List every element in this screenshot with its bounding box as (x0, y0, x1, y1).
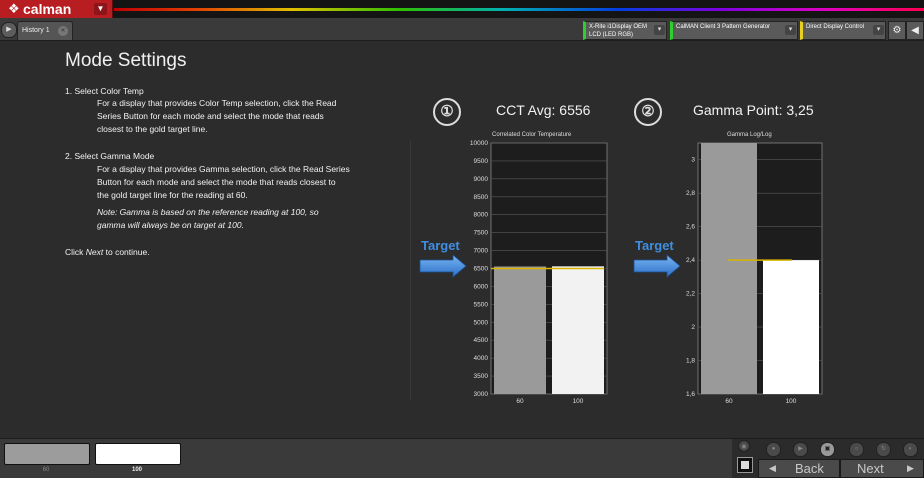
cct-y-tick-label: 5500 (474, 301, 489, 308)
cct-y-tick-label: 7000 (474, 248, 489, 255)
device-display-name: Direct Display Control (806, 24, 865, 30)
cct-y-tick-label: 4000 (474, 355, 489, 362)
cct-y-tick-label: 6500 (474, 266, 489, 273)
gamma-bar-60 (701, 143, 757, 394)
tab-bar: ▶ History 1 ✕ X-Rite i1Display OEM LCD (L… (0, 18, 924, 41)
cct-y-tick-label: 8000 (474, 212, 489, 219)
gamma-y-tick-label: 2,6 (686, 224, 695, 231)
back-button[interactable]: ◀ Back (758, 459, 840, 478)
swatch-label-100: 100 (131, 467, 142, 473)
chevron-down-icon[interactable]: ▾ (785, 25, 796, 35)
charts-canvas: 3000 3500 4000 4500 5000 5500 6000 6500 7000 7500… (419, 140, 823, 405)
cct-y-tick-label: 8500 (474, 194, 489, 201)
device-meter-type: LCD (LED RGB) (589, 32, 634, 38)
gamma-bar-100 (763, 260, 819, 394)
gear-icon[interactable]: ⚙ (888, 21, 906, 40)
cct-chart-title: Correlated Color Temperature (492, 132, 572, 138)
cct-y-tick-label: 6000 (474, 283, 489, 290)
chevron-down-icon[interactable]: ▾ (654, 25, 665, 35)
chevron-down-icon[interactable]: ▼ (94, 3, 107, 15)
read-series-icon[interactable]: ▶ (793, 442, 808, 457)
device-display-control[interactable]: Direct Display Control ▾ (800, 21, 886, 40)
rainbow-strip (114, 8, 924, 11)
device-generator-name: CalMAN Client 3 Pattern Generator (676, 24, 771, 30)
cct-x-tick-label: 100 (573, 398, 584, 405)
right-arrow-icon (633, 254, 681, 278)
chevron-down-icon[interactable]: ▾ (873, 25, 884, 35)
swatch-60[interactable] (4, 443, 90, 465)
read-icon[interactable]: ▣ (820, 442, 835, 457)
cct-x-tick-label: 60 (516, 398, 524, 405)
device-meter[interactable]: X-Rite i1Display OEM LCD (LED RGB) ▾ (583, 21, 667, 40)
tab-label: History 1 (22, 27, 50, 34)
device-meter-name: X-Rite i1Display OEM (589, 24, 648, 30)
chevron-right-icon: ▶ (907, 463, 914, 473)
stop-icon (741, 461, 749, 469)
cct-y-tick-label: 4500 (474, 337, 489, 344)
gamma-y-tick-label: 2,2 (686, 291, 695, 298)
tab-history-1[interactable]: History 1 ✕ (17, 21, 73, 40)
eye-icon[interactable]: ◉ (738, 440, 750, 452)
device-pattern-generator[interactable]: CalMAN Client 3 Pattern Generator ▾ (670, 21, 798, 40)
next-label: Next (857, 461, 884, 476)
gamma-y-tick-label: 1,6 (686, 391, 695, 398)
next-button[interactable]: Next ▶ (840, 459, 924, 478)
navigation-panel: ◉ ● ▶ ▣ ○ ↻ ◐ ◀ Back Next ▶ (732, 439, 924, 478)
app-name: calman (23, 1, 72, 17)
back-label: Back (795, 461, 824, 476)
play-icon[interactable]: ▶ (1, 22, 17, 38)
back-arrow-icon[interactable]: ◀ (906, 21, 924, 40)
gamma-y-tick-label: 2,8 (686, 190, 695, 197)
gamma-y-tick-label: 2,4 (686, 257, 695, 264)
cct-y-tick-label: 9500 (474, 158, 489, 165)
workflow-page: Mode Settings 1. Select Color Temp For a… (0, 41, 924, 438)
right-arrow-icon (419, 254, 467, 278)
refresh-icon[interactable]: ↻ (876, 442, 891, 457)
gamma-x-tick-label: 100 (786, 398, 797, 405)
gamma-y-tick-label: 2 (691, 324, 695, 331)
close-icon[interactable]: ✕ (58, 26, 68, 36)
cct-y-tick-label: 7500 (474, 230, 489, 237)
bottom-bar: 60 100 ◉ ● ▶ ▣ ○ ↻ ◐ ◀ Back Next ▶ (0, 438, 924, 478)
gamma-x-tick-label: 60 (725, 398, 733, 405)
calman-diamond-icon: ❖ (8, 2, 20, 17)
stop-button[interactable] (737, 457, 753, 473)
cct-y-tick-label: 3500 (474, 373, 489, 380)
cct-y-tick-label: 10000 (470, 140, 488, 147)
gamma-y-tick-label: 3 (691, 157, 695, 164)
swatch-label-60: 60 (42, 467, 50, 473)
cct-y-tick-label: 3000 (474, 391, 489, 398)
options-icon[interactable]: ◐ (903, 442, 918, 457)
read-continuous-icon[interactable]: ● (766, 442, 781, 457)
cct-y-tick-label: 5000 (474, 319, 489, 326)
app-logo-button[interactable]: ❖ calman ▼ (0, 0, 113, 18)
gamma-chart-title: Gamma Log/Log (727, 132, 772, 138)
loop-icon[interactable]: ○ (849, 442, 864, 457)
cct-bar-60 (494, 266, 546, 394)
cct-bar-100 (552, 266, 604, 394)
chevron-left-icon: ◀ (769, 463, 776, 473)
gamma-y-tick-label: 1,8 (686, 358, 695, 365)
swatch-100[interactable] (95, 443, 181, 465)
cct-y-tick-label: 9000 (474, 176, 489, 183)
title-bar: ❖ calman ▼ (0, 0, 924, 18)
